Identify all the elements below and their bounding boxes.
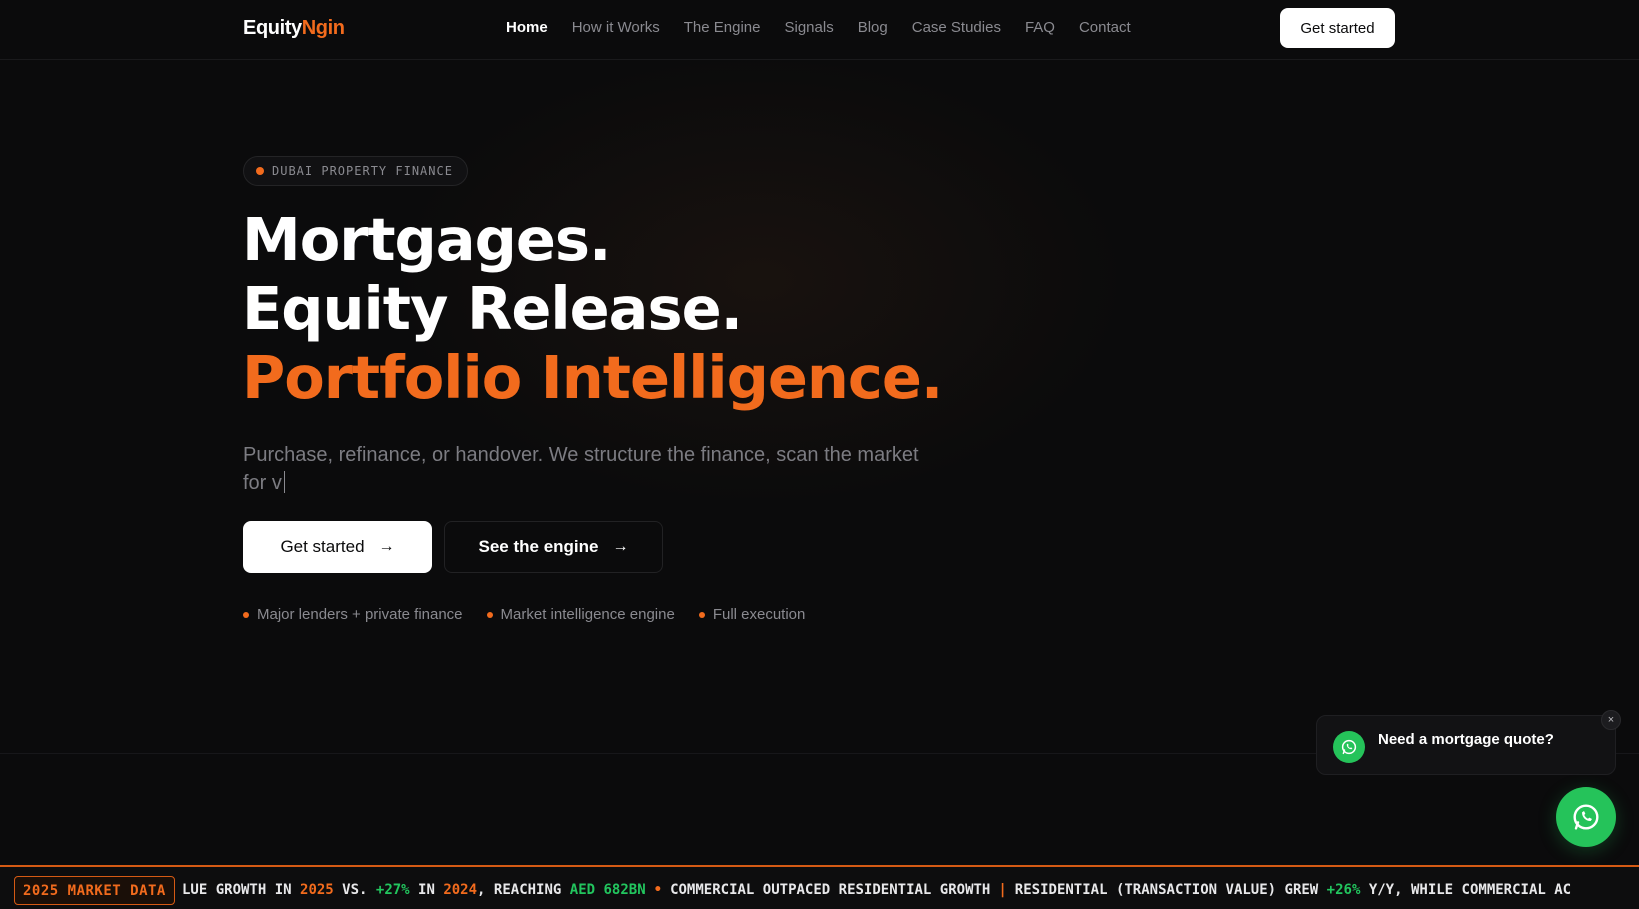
see-the-engine-button[interactable]: See the engine → (444, 521, 663, 573)
feature-label: Major lenders + private finance (257, 606, 463, 623)
top-nav: EquityNgin Home How it Works The Engine … (0, 0, 1639, 60)
page: EquityNgin Home How it Works The Engine … (0, 0, 1639, 909)
market-data-ticker: 2025 MARKET DATA LUE GROWTH IN 2025 VS. … (0, 865, 1639, 909)
hero-subtitle-text: Purchase, refinance, or handover. We str… (243, 444, 919, 494)
headline-line-1: Mortgages. (242, 205, 611, 274)
ticker-text: COMMERCIAL OUTPACED RESIDENTIAL GROWTH (670, 882, 991, 898)
nav-item-signals[interactable]: Signals (785, 19, 834, 36)
hero-get-started-button[interactable]: Get started → (243, 521, 432, 573)
nav-item-faq[interactable]: FAQ (1025, 19, 1055, 36)
hero-get-started-label: Get started (280, 537, 365, 556)
feature-item: Full execution (698, 606, 806, 623)
whatsapp-icon (1573, 804, 1599, 830)
ticker-year: 2025 (300, 882, 334, 898)
arrow-right-icon: → (378, 538, 395, 555)
ticker-growth: +26% (1326, 882, 1361, 898)
headline-line-2: Equity Release. (242, 274, 743, 343)
ticker-text: Y/Y, WHILE COMMERCIAL AC (1360, 882, 1572, 898)
bullet-dot-icon (243, 611, 249, 618)
ticker-text: IN (409, 882, 444, 898)
hero-features: Major lenders + private finance Market i… (243, 606, 805, 623)
feature-item: Major lenders + private finance (243, 606, 463, 623)
nav-links: Home How it Works The Engine Signals Blo… (506, 19, 1155, 36)
hero-subtitle: Purchase, refinance, or handover. We str… (243, 441, 923, 497)
ticker-text: LUE GROWTH IN (182, 882, 301, 898)
feature-label: Full execution (712, 606, 806, 623)
headline-line-3: Portfolio Intelligence. (242, 343, 943, 412)
arrow-right-icon: → (612, 538, 629, 555)
ticker-label: 2025 MARKET DATA (14, 876, 175, 905)
bullet-dot-icon (486, 611, 493, 618)
whatsapp-prompt-text: Need a mortgage quote? (1378, 731, 1554, 748)
ticker-separator: | (998, 882, 1007, 898)
brand-logo-part2: Ngin (301, 17, 345, 39)
bullet-dot-icon (698, 611, 705, 618)
see-the-engine-label: See the engine (478, 537, 599, 556)
whatsapp-fab-button[interactable] (1556, 787, 1616, 847)
hero-headline: Mortgages. Equity Release. Portfolio Int… (242, 205, 943, 412)
nav-item-case-studies[interactable]: Case Studies (912, 19, 1001, 36)
brand-logo-part1: Equity (243, 17, 302, 39)
nav-item-contact[interactable]: Contact (1079, 19, 1131, 36)
ticker-separator: • (653, 882, 663, 898)
feature-item: Market intelligence engine (486, 606, 675, 623)
close-icon[interactable]: × (1601, 710, 1621, 730)
ticker-text: RESIDENTIAL (TRANSACTION VALUE) GREW (1014, 882, 1327, 898)
ticker-value: AED 682BN (569, 882, 646, 898)
whatsapp-prompt-popup[interactable]: Need a mortgage quote? (1316, 715, 1616, 775)
nav-get-started-button[interactable]: Get started (1280, 8, 1395, 48)
typing-caret (283, 471, 285, 493)
nav-item-blog[interactable]: Blog (858, 19, 888, 36)
ticker-track: LUE GROWTH IN 2025 VS. +27% IN 2024, REA… (182, 882, 1571, 898)
nav-item-home[interactable]: Home (506, 19, 548, 36)
badge-label: DUBAI PROPERTY FINANCE (272, 164, 453, 178)
feature-label: Market intelligence engine (500, 606, 675, 623)
ticker-year: 2024 (443, 882, 478, 898)
ticker-text: , REACHING (477, 882, 570, 898)
brand-logo[interactable]: EquityNgin (243, 17, 345, 40)
hero-badge: DUBAI PROPERTY FINANCE (243, 156, 468, 186)
badge-dot-icon (256, 167, 264, 175)
nav-item-the-engine[interactable]: The Engine (684, 19, 761, 36)
nav-item-how-it-works[interactable]: How it Works (572, 19, 660, 36)
ticker-text: VS. (333, 882, 376, 898)
ticker-growth: +27% (375, 882, 410, 898)
whatsapp-icon (1333, 731, 1365, 763)
